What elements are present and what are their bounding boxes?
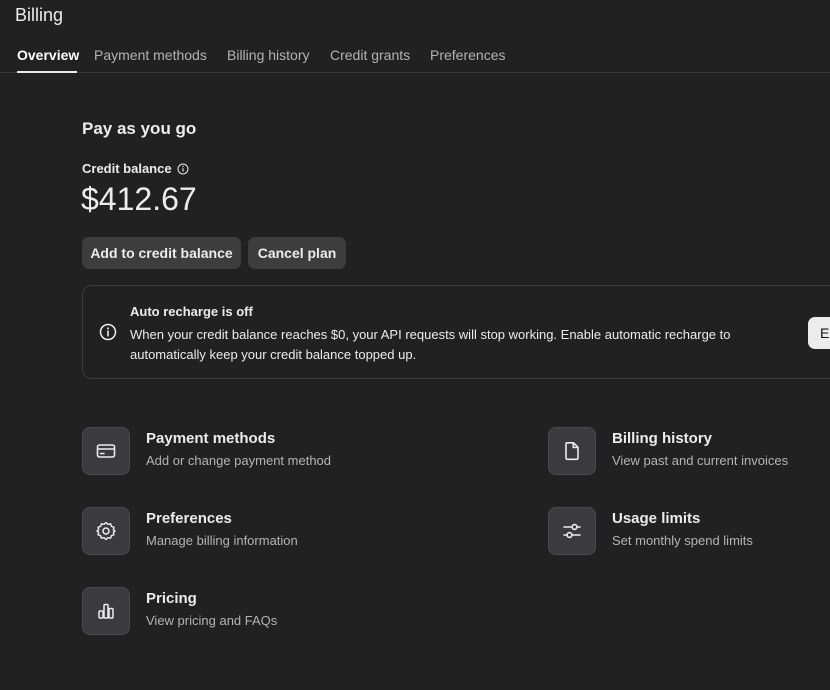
payment-methods-card[interactable]: Payment methods Add or change payment me… <box>82 427 402 475</box>
card-title: Pricing <box>146 590 197 607</box>
tab-payment-methods[interactable]: Payment methods <box>94 47 207 63</box>
add-to-credit-balance-button[interactable]: Add to credit balance <box>82 237 241 269</box>
billing-page: Billing Overview Payment methods Billing… <box>0 0 830 690</box>
credit-card-icon <box>96 444 116 458</box>
card-icon-box <box>82 507 130 555</box>
tab-billing-history[interactable]: Billing history <box>227 47 309 63</box>
gear-icon <box>96 521 116 541</box>
card-title: Billing history <box>612 430 713 447</box>
card-subtitle: Manage billing information <box>146 533 298 548</box>
tab-bar: Overview Payment methods Billing history… <box>0 44 830 73</box>
tab-overview[interactable]: Overview <box>17 47 79 63</box>
credit-balance-label: Credit balance <box>82 161 189 176</box>
preferences-card[interactable]: Preferences Manage billing information <box>82 507 402 555</box>
card-subtitle: Set monthly spend limits <box>612 533 753 548</box>
tab-credit-grants[interactable]: Credit grants <box>330 47 410 63</box>
card-subtitle: Add or change payment method <box>146 453 332 468</box>
card-icon-box <box>548 507 596 555</box>
card-subtitle: View past and current invoices <box>612 453 789 468</box>
usage-limits-card[interactable]: Usage limits Set monthly spend limits <box>548 507 818 555</box>
document-icon <box>565 442 579 461</box>
bar-chart-icon <box>98 603 114 619</box>
card-icon-box <box>548 427 596 475</box>
card-title: Usage limits <box>612 510 701 527</box>
card-icon-box <box>82 427 130 475</box>
alert-text: When your credit balance reaches $0, you… <box>130 327 731 362</box>
card-subtitle: View pricing and FAQs <box>146 613 278 628</box>
card-title: Preferences <box>146 510 232 527</box>
cancel-plan-button[interactable]: Cancel plan <box>248 237 346 269</box>
alert-title: Auto recharge is off <box>130 304 253 319</box>
pricing-card[interactable]: Pricing View pricing and FAQs <box>82 587 402 635</box>
info-icon[interactable] <box>177 163 189 175</box>
active-tab-indicator <box>17 71 77 73</box>
sliders-icon <box>563 523 581 539</box>
card-title: Payment methods <box>146 430 276 447</box>
credit-balance-label-text: Credit balance <box>82 161 172 176</box>
auto-recharge-alert: Auto recharge is off When your credit ba… <box>82 285 830 379</box>
info-icon <box>99 323 117 341</box>
enable-auto-recharge-button[interactable]: Enable auto recharge <box>808 317 830 349</box>
tab-preferences[interactable]: Preferences <box>430 47 505 63</box>
credit-balance-value: $412.67 <box>81 181 197 217</box>
plan-title: Pay as you go <box>82 119 197 138</box>
billing-history-card[interactable]: Billing history View past and current in… <box>548 427 818 475</box>
card-icon-box <box>82 587 130 635</box>
page-title: Billing <box>15 5 64 25</box>
